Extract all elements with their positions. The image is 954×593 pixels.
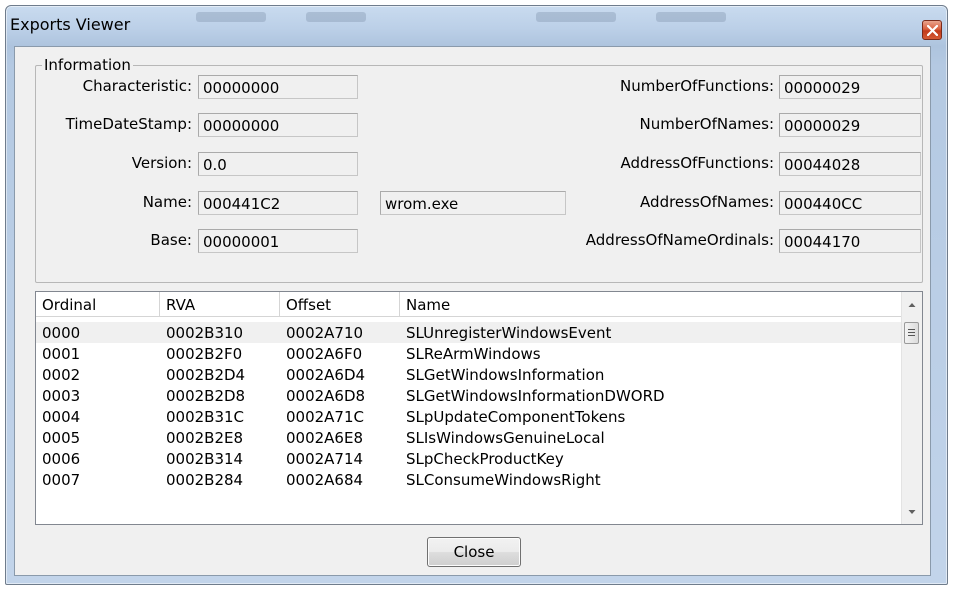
- name-cell: SLUnregisterWindowsEvent: [406, 324, 612, 342]
- offset-cell: 0002A710: [286, 324, 364, 342]
- address-of-functions-field: 00044028: [779, 152, 921, 176]
- chevron-down-icon: [908, 510, 916, 514]
- exports-list-header: Ordinal RVA Offset Name: [36, 292, 902, 317]
- name-cell: SLConsumeWindowsRight: [406, 471, 601, 489]
- ordinal-cell: 0005: [42, 429, 81, 447]
- name-label: Name:: [142, 193, 192, 211]
- list-item[interactable]: 0001 0002B2F0 0002A6F0 SLReArmWindows: [36, 343, 902, 364]
- column-header-rva[interactable]: RVA: [160, 292, 280, 317]
- offset-cell: 0002A6F0: [286, 345, 363, 363]
- name-string-field: wrom.exe: [380, 191, 566, 215]
- name-rva-field: 000441C2: [198, 191, 358, 215]
- base-field: 00000001: [198, 229, 358, 253]
- number-of-names-label: NumberOfNames:: [639, 115, 774, 133]
- ordinal-cell: 0003: [42, 387, 81, 405]
- column-header-offset[interactable]: Offset: [280, 292, 400, 317]
- name-cell: SLGetWindowsInformationDWORD: [406, 387, 665, 405]
- title-bar[interactable]: Exports Viewer: [6, 6, 947, 46]
- column-header-name[interactable]: Name: [400, 292, 902, 317]
- column-header-ordinal[interactable]: Ordinal: [36, 292, 160, 317]
- rva-cell: 0002B284: [166, 471, 244, 489]
- vertical-scrollbar[interactable]: [901, 292, 922, 524]
- offset-cell: 0002A6D4: [286, 366, 366, 384]
- rva-cell: 0002B314: [166, 450, 244, 468]
- name-cell: SLpCheckProductKey: [406, 450, 564, 468]
- address-of-functions-label: AddressOfFunctions:: [620, 154, 775, 172]
- rva-cell: 0002B2D8: [166, 387, 246, 405]
- blurred-background-title: [196, 12, 266, 22]
- characteristic-label: Characteristic:: [82, 77, 192, 95]
- address-of-name-ordinals-field: 00044170: [779, 229, 921, 253]
- rva-cell: 0002B2D4: [166, 366, 246, 384]
- ordinal-cell: 0006: [42, 450, 81, 468]
- rva-cell: 0002B31C: [166, 408, 245, 426]
- ordinal-cell: 0001: [42, 345, 81, 363]
- chevron-up-icon: [908, 303, 916, 307]
- timedatestamp-field: 00000000: [198, 113, 358, 137]
- address-of-names-label: AddressOfNames:: [640, 193, 774, 211]
- thumb-grip-line: [908, 332, 915, 333]
- window-close-button[interactable]: [922, 20, 942, 40]
- list-item[interactable]: 0003 0002B2D8 0002A6D8 SLGetWindowsInfor…: [36, 385, 902, 406]
- name-cell: SLReArmWindows: [406, 345, 541, 363]
- close-icon: [927, 25, 938, 36]
- scroll-down-button[interactable]: [902, 502, 922, 522]
- base-label: Base:: [150, 231, 192, 249]
- name-cell: SLpUpdateComponentTokens: [406, 408, 626, 426]
- address-of-name-ordinals-label: AddressOfNameOrdinals:: [585, 231, 774, 249]
- exports-list[interactable]: Ordinal RVA Offset Name 0000 0002B310 00…: [35, 291, 923, 525]
- thumb-grip-line: [908, 329, 915, 330]
- exports-viewer-window: Exports Viewer Information Characteristi…: [5, 5, 948, 585]
- offset-cell: 0002A6D8: [286, 387, 366, 405]
- characteristic-field: 00000000: [198, 75, 358, 99]
- list-item[interactable]: 0005 0002B2E8 0002A6E8 SLIsWindowsGenuin…: [36, 427, 902, 448]
- list-item[interactable]: 0006 0002B314 0002A714 SLpCheckProductKe…: [36, 448, 902, 469]
- rva-cell: 0002B2E8: [166, 429, 244, 447]
- list-item[interactable]: 0000 0002B310 0002A710 SLUnregisterWindo…: [36, 322, 902, 343]
- thumb-grip-line: [908, 335, 915, 336]
- number-of-functions-field: 00000029: [779, 75, 921, 99]
- list-item[interactable]: 0007 0002B284 0002A684 SLConsumeWindowsR…: [36, 469, 902, 490]
- name-cell: SLGetWindowsInformation: [406, 366, 605, 384]
- number-of-names-field: 00000029: [779, 113, 921, 137]
- offset-cell: 0002A71C: [286, 408, 364, 426]
- ordinal-cell: 0004: [42, 408, 81, 426]
- list-item[interactable]: 0002 0002B2D4 0002A6D4 SLGetWindowsInfor…: [36, 364, 902, 385]
- address-of-names-field: 000440CC: [779, 191, 921, 215]
- offset-cell: 0002A6E8: [286, 429, 363, 447]
- ordinal-cell: 0007: [42, 471, 81, 489]
- information-group: Information Characteristic: 00000000 Tim…: [35, 56, 923, 283]
- number-of-functions-label: NumberOfFunctions:: [619, 77, 774, 95]
- dialog-client-area: Information Characteristic: 00000000 Tim…: [14, 46, 931, 576]
- scrollbar-thumb[interactable]: [904, 322, 919, 344]
- version-field: 0.0: [198, 152, 358, 176]
- offset-cell: 0002A714: [286, 450, 364, 468]
- name-cell: SLIsWindowsGenuineLocal: [406, 429, 605, 447]
- timedatestamp-label: TimeDateStamp:: [65, 115, 192, 133]
- rva-cell: 0002B2F0: [166, 345, 243, 363]
- ordinal-cell: 0002: [42, 366, 81, 384]
- blurred-background-title: [306, 12, 366, 22]
- version-label: Version:: [131, 154, 192, 172]
- close-button[interactable]: Close: [427, 537, 521, 567]
- offset-cell: 0002A684: [286, 471, 364, 489]
- blurred-background-title: [656, 12, 726, 22]
- scroll-up-button[interactable]: [902, 295, 922, 315]
- blurred-background-title: [536, 12, 616, 22]
- information-group-legend: Information: [42, 56, 133, 74]
- window-title: Exports Viewer: [10, 15, 131, 34]
- ordinal-cell: 0000: [42, 324, 81, 342]
- rva-cell: 0002B310: [166, 324, 244, 342]
- list-item[interactable]: 0004 0002B31C 0002A71C SLpUpdateComponen…: [36, 406, 902, 427]
